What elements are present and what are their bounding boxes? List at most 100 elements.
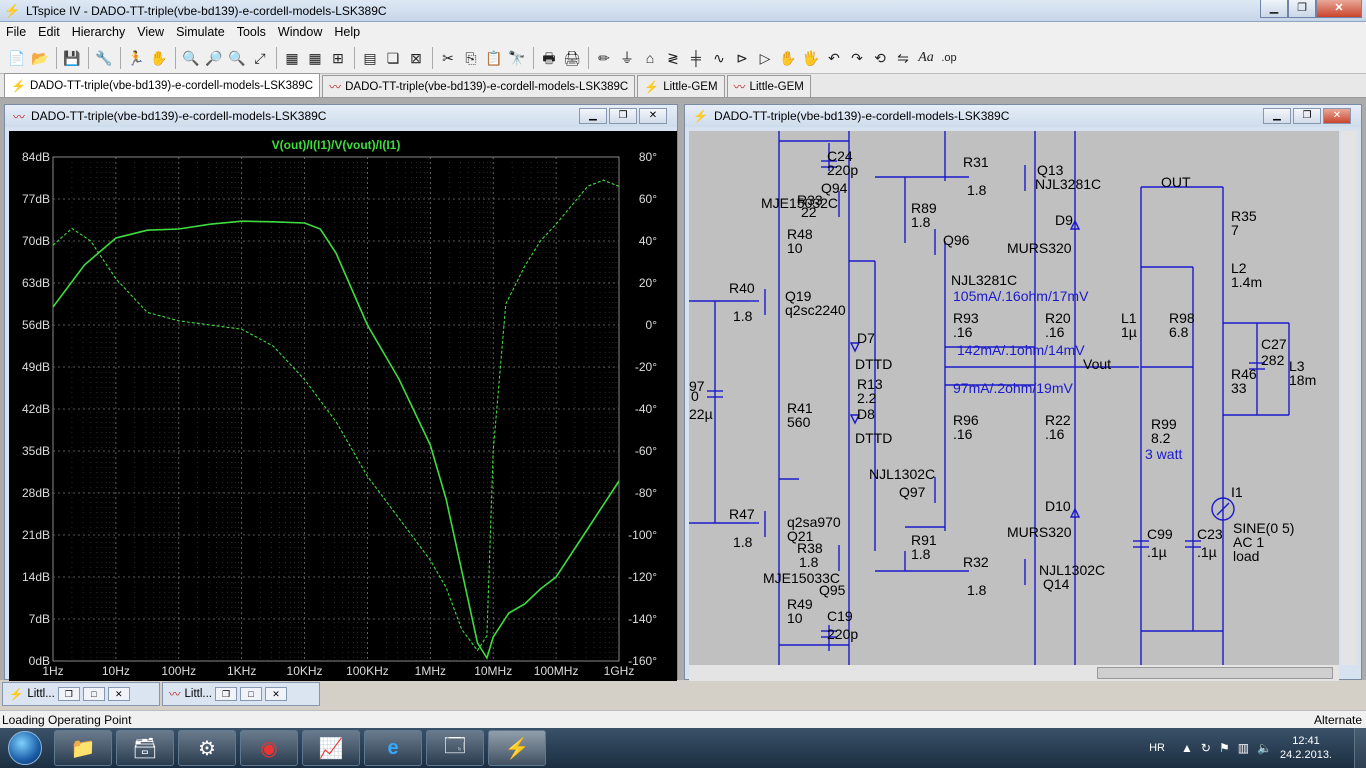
text-icon[interactable]: Aa xyxy=(915,47,937,69)
close-window-icon[interactable]: ⊠ xyxy=(405,47,427,69)
component-label[interactable]: load xyxy=(1233,548,1259,564)
plot-close-button[interactable]: ✕ xyxy=(639,108,667,124)
component-label[interactable]: 7 xyxy=(1231,222,1239,238)
cut-icon[interactable]: ✂ xyxy=(437,47,459,69)
show-desktop-button[interactable] xyxy=(1354,728,1366,768)
component-label[interactable]: Vout xyxy=(1083,356,1111,372)
component-label[interactable]: R32 xyxy=(963,554,989,570)
minimized-window-1[interactable]: ⚡ Littl... ❐ □ ✕ xyxy=(2,682,160,706)
document-tab[interactable]: 〰 DADO-TT-triple(vbe-bd139)-e-cordell-mod… xyxy=(322,75,636,97)
close-button[interactable]: ✕ xyxy=(1316,0,1362,18)
schematic-horizontal-scrollbar[interactable] xyxy=(689,665,1339,681)
find-icon[interactable]: 🔭 xyxy=(506,47,528,69)
label-net-icon[interactable]: ⌂ xyxy=(639,47,661,69)
document-tab[interactable]: ⚡ Little-GEM xyxy=(637,75,725,97)
taskbar-app-7[interactable]: 🗔 xyxy=(426,730,484,766)
mark-icon[interactable]: ⊞ xyxy=(327,47,349,69)
component-label[interactable]: 1.8 xyxy=(967,582,987,598)
component-label[interactable]: D8 xyxy=(857,406,875,422)
volume-icon[interactable]: 🔈 xyxy=(1257,741,1272,755)
component-label[interactable]: 220p xyxy=(827,626,858,642)
minimize-button[interactable]: ▁ xyxy=(1260,0,1288,18)
component-label[interactable]: D7 xyxy=(857,330,875,346)
language-indicator[interactable]: HR xyxy=(1149,742,1165,754)
plot-minimize-button[interactable]: ▁ xyxy=(579,108,607,124)
undo-icon[interactable]: ↶ xyxy=(823,47,845,69)
component-label[interactable]: NJL3281C xyxy=(951,272,1017,288)
component-label[interactable]: NJL1302C xyxy=(869,466,935,482)
clock[interactable]: 12:41 24.2.2013. xyxy=(1280,734,1332,762)
component-label[interactable]: 22 xyxy=(801,204,817,220)
start-button[interactable] xyxy=(0,728,50,768)
taskbar-ltspice[interactable]: ⚡ xyxy=(488,730,546,766)
zoom-out-icon[interactable]: 🔍 xyxy=(226,47,248,69)
component-label[interactable]: 1.8 xyxy=(733,534,753,550)
grid-icon[interactable]: ▦ xyxy=(304,47,326,69)
menu-hierarchy[interactable]: Hierarchy xyxy=(66,22,132,42)
component-label[interactable]: Q97 xyxy=(899,484,926,500)
component-label[interactable]: 1.8 xyxy=(967,182,987,198)
component-label[interactable]: 1.8 xyxy=(911,214,931,230)
halt-icon[interactable]: ✋ xyxy=(148,47,170,69)
plot-restore-button[interactable]: ❐ xyxy=(609,108,637,124)
minimized-window-2[interactable]: 〰 Littl... ❐ □ ✕ xyxy=(162,682,320,706)
component-label[interactable]: C27 xyxy=(1261,336,1287,352)
taskbar-ie[interactable]: e xyxy=(364,730,422,766)
cascade-icon[interactable]: ❏ xyxy=(382,47,404,69)
component-label[interactable]: R31 xyxy=(963,154,989,170)
rotate-icon[interactable]: ⟲ xyxy=(869,47,891,69)
component-label[interactable]: Q14 xyxy=(1043,576,1070,592)
annotation-label[interactable]: 105mA/.16ohm/17mV xyxy=(953,288,1089,304)
component-label[interactable]: 8.2 xyxy=(1151,430,1171,446)
menu-view[interactable]: View xyxy=(131,22,170,42)
component-label[interactable]: 220p xyxy=(827,162,858,178)
zoom-fit-icon[interactable]: ⤢ xyxy=(249,47,271,69)
component-label[interactable]: .1µ xyxy=(1147,544,1167,560)
copy-icon[interactable]: ⎘ xyxy=(460,47,482,69)
component-icon[interactable]: ▷ xyxy=(754,47,776,69)
component-label[interactable]: Q94 xyxy=(821,180,848,196)
component-label[interactable]: OUT xyxy=(1161,174,1191,190)
capacitor-icon[interactable]: ╪ xyxy=(685,47,707,69)
schematic-minimize-button[interactable]: ▁ xyxy=(1263,108,1291,124)
annotation-label[interactable]: 142mA/.1ohm/14mV xyxy=(957,342,1085,358)
component-label[interactable]: 22µ xyxy=(689,406,713,422)
flag-icon[interactable]: ⚑ xyxy=(1219,741,1230,755)
component-label[interactable]: D10 xyxy=(1045,498,1071,514)
restore-button[interactable]: ❐ xyxy=(57,687,80,701)
component-label[interactable]: I1 xyxy=(1231,484,1243,500)
component-label[interactable]: .16 xyxy=(1045,426,1065,442)
component-label[interactable]: DTTD xyxy=(855,356,892,372)
component-label[interactable]: C99 xyxy=(1147,526,1173,542)
component-label[interactable]: .16 xyxy=(953,324,973,340)
component-label[interactable]: 1.8 xyxy=(799,554,819,570)
move-icon[interactable]: ✋ xyxy=(777,47,799,69)
menu-file[interactable]: File xyxy=(0,22,32,42)
component-label[interactable]: 1.8 xyxy=(911,546,931,562)
component-label[interactable]: Q95 xyxy=(819,582,846,598)
redo-icon[interactable]: ↷ xyxy=(846,47,868,69)
open-icon[interactable]: 📂 xyxy=(29,47,51,69)
component-label[interactable]: 33 xyxy=(1231,380,1247,396)
component-label[interactable]: .16 xyxy=(1045,324,1065,340)
component-label[interactable]: 1.4m xyxy=(1231,274,1262,290)
component-label[interactable]: R47 xyxy=(729,506,755,522)
plot-window[interactable]: 〰 DADO-TT-triple(vbe-bd139)-e-cordell-mo… xyxy=(4,104,678,681)
diode-icon[interactable]: ⊳ xyxy=(731,47,753,69)
save-icon[interactable]: 💾 xyxy=(61,47,83,69)
run-icon[interactable]: 🏃 xyxy=(125,47,147,69)
restore-button[interactable]: ❐ xyxy=(214,687,237,701)
drag-icon[interactable]: 🖐 xyxy=(800,47,822,69)
component-label[interactable]: R40 xyxy=(729,280,755,296)
component-label[interactable]: C19 xyxy=(827,608,853,624)
component-label[interactable]: Q96 xyxy=(943,232,970,248)
document-tab[interactable]: 〰 Little-GEM xyxy=(726,75,811,97)
component-label[interactable]: .16 xyxy=(953,426,973,442)
component-label[interactable]: 2.2 xyxy=(857,390,877,406)
resistor-icon[interactable]: ≷ xyxy=(662,47,684,69)
menu-tools[interactable]: Tools xyxy=(231,22,272,42)
schematic-close-button[interactable]: ✕ xyxy=(1323,108,1351,124)
component-label[interactable]: .1µ xyxy=(1197,544,1217,560)
close-button[interactable]: ✕ xyxy=(107,687,130,701)
maximize-button[interactable]: □ xyxy=(239,687,262,701)
